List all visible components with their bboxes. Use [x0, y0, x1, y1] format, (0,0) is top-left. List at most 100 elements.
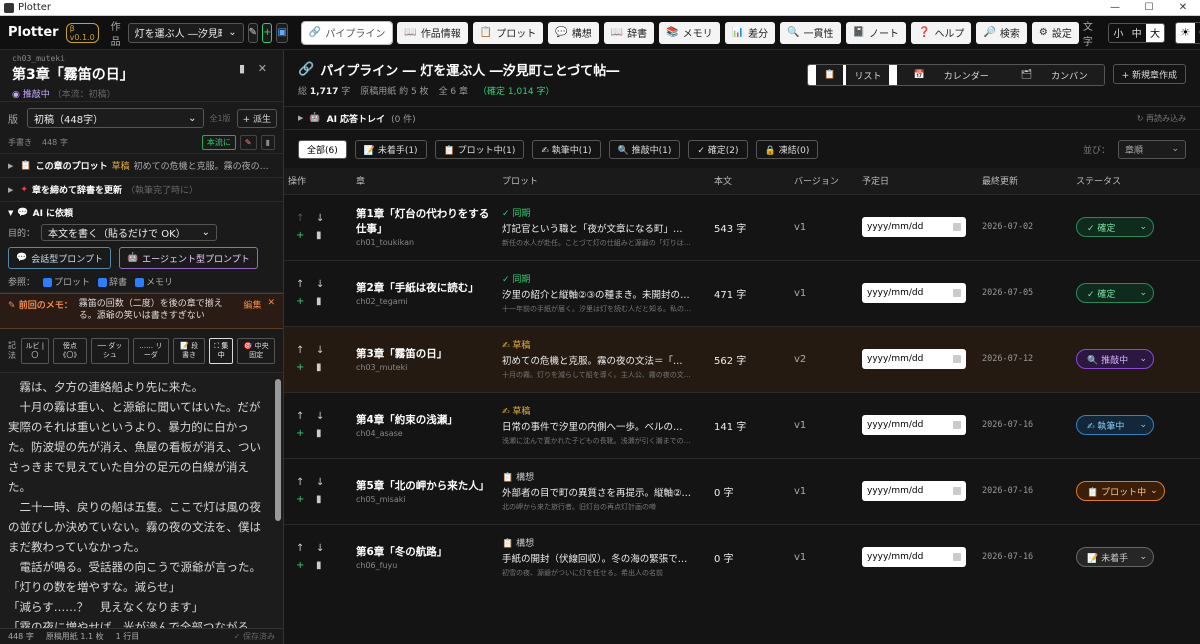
filter-revising-button[interactable]: 🔍 推敲中(1)	[608, 139, 681, 159]
plot-cell[interactable]: ✍ 草稿初めての危機と克服。霧の夜の文法＝「減らす」で源… 十月の霧。灯りを減らし…	[498, 325, 710, 392]
add-work-button[interactable]: +	[262, 22, 273, 43]
trash-icon[interactable]: ▮	[239, 62, 245, 75]
tray-reload-button[interactable]: ↻ 再読み込み	[1137, 113, 1186, 124]
manuscript-editor[interactable]: 霧は、夕方の連絡船より先に来た。 十月の霧は重い、と源爺に聞いてはいた。だが実際…	[0, 373, 283, 628]
chat-prompt-button[interactable]: 💬 会話型プロンプト	[8, 247, 111, 269]
chapter-cell[interactable]: 第4章「約束の浅瀬」 ch04_asase	[352, 391, 498, 458]
status-select[interactable]: 📋 プロット中 ⌄	[1076, 481, 1165, 501]
move-up-icon[interactable]: ↑	[296, 279, 308, 290]
plot-section[interactable]: ▶ 📋 この章のプロット 草稿 初めての危機と克服。霧の夜の文…	[0, 154, 283, 178]
trash-icon[interactable]: ▮	[316, 362, 328, 373]
due-date-input[interactable]: yyyy/mm/dd	[862, 283, 966, 303]
table-row[interactable]: ↑ ↓ + ▮ 第3章「霧笛の日」 ch03_muteki ✍ 草稿 初めての危機と克服。霧の…	[284, 325, 1200, 392]
calendar-icon[interactable]	[953, 223, 961, 231]
ref-memory-checkbox[interactable]: メモリ	[135, 275, 173, 288]
filter-not-started-button[interactable]: 📝 未着手(1)	[354, 139, 427, 159]
plot-cell[interactable]: ✓ 同期灯記官という職と「夜が文章になる町」の提示。源爺… 新任の水人が赴任。こと…	[498, 193, 710, 260]
tab-diff[interactable]: 📊 差分	[724, 21, 776, 44]
chapter-cell[interactable]: 第3章「霧笛の日」 ch03_muteki	[352, 325, 498, 392]
tab-notes[interactable]: 📓 ノート	[845, 21, 906, 44]
ai-response-tray[interactable]: ▶ 🤖 AI 応答トレイ (0 件) ↻ 再読み込み	[284, 106, 1200, 130]
calendar-icon[interactable]	[953, 487, 961, 495]
edit-work-button[interactable]: ✎	[247, 22, 259, 43]
table-row[interactable]: ↑ ↓ + ▮ 第6章「冬の航路」 ch06_fuyu 📋 構想 手紙の開封（伏線回収）。冬の…	[284, 523, 1200, 590]
trash-icon[interactable]: ▮	[316, 230, 328, 241]
filter-writing-button[interactable]: ✍ 執筆中(1)	[532, 139, 601, 159]
editor-scrollbar[interactable]	[275, 379, 281, 521]
font-size-medium[interactable]: 中	[1128, 24, 1146, 42]
tab-settings[interactable]: ⚙ 設定	[1031, 21, 1079, 44]
move-down-icon[interactable]: ↓	[316, 345, 328, 356]
notation-focus-mode-button[interactable]: ⛶ 集中	[209, 337, 234, 364]
add-chapter-icon[interactable]: +	[296, 428, 308, 439]
add-chapter-icon[interactable]: +	[296, 296, 308, 307]
due-date-input[interactable]: yyyy/mm/dd	[862, 547, 966, 568]
fork-button[interactable]: + 派生	[236, 108, 277, 128]
move-up-icon[interactable]: ↑	[296, 411, 308, 422]
trash-icon[interactable]: ▮	[316, 560, 328, 571]
mainline-button[interactable]: 本流に	[201, 135, 236, 150]
font-size-small[interactable]: 小	[1109, 24, 1127, 42]
add-chapter-icon[interactable]: +	[296, 230, 308, 241]
add-chapter-icon[interactable]: +	[296, 560, 308, 571]
maximize-button[interactable]: ☐	[1132, 2, 1166, 13]
notation-leader-button[interactable]: …… リーダ	[132, 337, 169, 364]
table-row[interactable]: ↑ ↓ + ▮ 第2章「手紙は夜に読む」 ch02_tegami ✓ 同期 汐里の紹介と縦軸②…	[284, 259, 1200, 326]
tab-search[interactable]: 🔎 検索	[976, 21, 1027, 44]
move-down-icon[interactable]: ↓	[316, 213, 328, 224]
save-work-button[interactable]: ▣	[276, 22, 288, 43]
view-calendar-button[interactable]: 📅 カレンダー	[897, 65, 1005, 85]
status-select[interactable]: ✓ 確定 ⌄	[1076, 217, 1154, 237]
ai-request-title-row[interactable]: ▼ 💬 AI に依頼	[8, 206, 275, 220]
add-chapter-icon[interactable]: +	[296, 362, 308, 373]
chapter-cell[interactable]: 第5章「北の岬から来た人」 ch05_misaki	[352, 457, 498, 524]
due-date-input[interactable]: yyyy/mm/dd	[862, 217, 966, 237]
move-up-icon[interactable]: ↑	[296, 345, 308, 356]
move-up-icon[interactable]: ↑	[296, 543, 308, 554]
tab-consistency[interactable]: 🔍 一貫性	[780, 21, 841, 44]
notation-center-fix-button[interactable]: 🎯 中央固定	[237, 337, 275, 364]
tab-plot[interactable]: 📋 プロット	[472, 21, 544, 44]
filter-plotting-button[interactable]: 📋 プロット中(1)	[434, 139, 525, 159]
tab-dictionary[interactable]: 📖 辞書	[603, 21, 655, 44]
add-chapter-icon[interactable]: +	[296, 494, 308, 505]
due-date-input[interactable]: yyyy/mm/dd	[862, 349, 966, 369]
calendar-icon[interactable]	[953, 355, 961, 363]
minimize-button[interactable]: —	[1098, 2, 1132, 13]
delete-version-button[interactable]: ▮	[260, 135, 275, 150]
status-select[interactable]: ✓ 確定 ⌄	[1076, 283, 1154, 303]
new-chapter-button[interactable]: + 新規章作成	[1112, 64, 1186, 84]
notation-ruby-button[interactable]: ルビ |〇	[21, 337, 49, 364]
move-up-icon[interactable]: ↑	[296, 477, 308, 488]
chapter-cell[interactable]: 第2章「手紙は夜に読む」 ch02_tegami	[352, 259, 498, 326]
version-select[interactable]: 初稿（448字） ⌄	[27, 108, 204, 128]
move-up-icon[interactable]: ↑	[296, 213, 308, 224]
plot-cell[interactable]: ✓ 同期汐里の紹介と縦軸②③の種まき。未開封の手紙を… 十一年前の手紙が届く。汐里…	[498, 259, 710, 326]
move-down-icon[interactable]: ↓	[316, 411, 328, 422]
plot-cell[interactable]: ✍ 草稿日常の事件で汐里の内側へ一歩。ベルの意味に触… 浅瀬に沈んで置かれた子ども…	[498, 391, 710, 458]
tab-concept[interactable]: 💬 構想	[548, 21, 599, 44]
status-select[interactable]: ✍ 執筆中 ⌄	[1076, 415, 1154, 435]
purpose-select[interactable]: 本文を書く（貼るだけで OK） ⌄	[41, 224, 218, 241]
ref-plot-checkbox[interactable]: プロット	[43, 275, 90, 288]
sort-select[interactable]: 章順 ⌄	[1118, 139, 1186, 159]
calendar-icon[interactable]	[953, 289, 961, 297]
due-date-input[interactable]: yyyy/mm/dd	[862, 481, 966, 501]
dict-section[interactable]: ▶ ✦ 章を締めて辞書を更新 （執筆完了時に）	[0, 178, 283, 202]
plot-cell[interactable]: 📋 構想 手紙の開封（伏線回収）。冬の海の緊張で最終… 初雪の夜、源爺がついに灯を任…	[498, 523, 710, 590]
memo-edit-link[interactable]: 編集	[243, 298, 261, 324]
due-date-input[interactable]: yyyy/mm/dd	[862, 415, 966, 435]
tab-work-info[interactable]: 📖 作品情報	[397, 21, 468, 44]
move-down-icon[interactable]: ↓	[316, 477, 328, 488]
sun-icon[interactable]: ☀	[1176, 22, 1195, 43]
view-kanban-button[interactable]: 🗂 カンバン	[1004, 65, 1104, 85]
ref-dict-checkbox[interactable]: 辞書	[98, 275, 127, 288]
filter-frozen-button[interactable]: 🔒 凍結(0)	[755, 139, 819, 159]
filter-confirmed-button[interactable]: ✓ 確定(2)	[688, 139, 748, 159]
tab-pipeline[interactable]: 🔗 パイプライン	[300, 20, 394, 45]
chapter-cell[interactable]: 第6章「冬の航路」 ch06_fuyu	[352, 523, 498, 590]
font-size-large[interactable]: 大	[1145, 23, 1165, 42]
status-select[interactable]: 🔍 推敲中 ⌄	[1076, 349, 1154, 369]
notation-block-write-button[interactable]: 📝 段書き	[172, 337, 206, 364]
move-down-icon[interactable]: ↓	[316, 543, 328, 554]
